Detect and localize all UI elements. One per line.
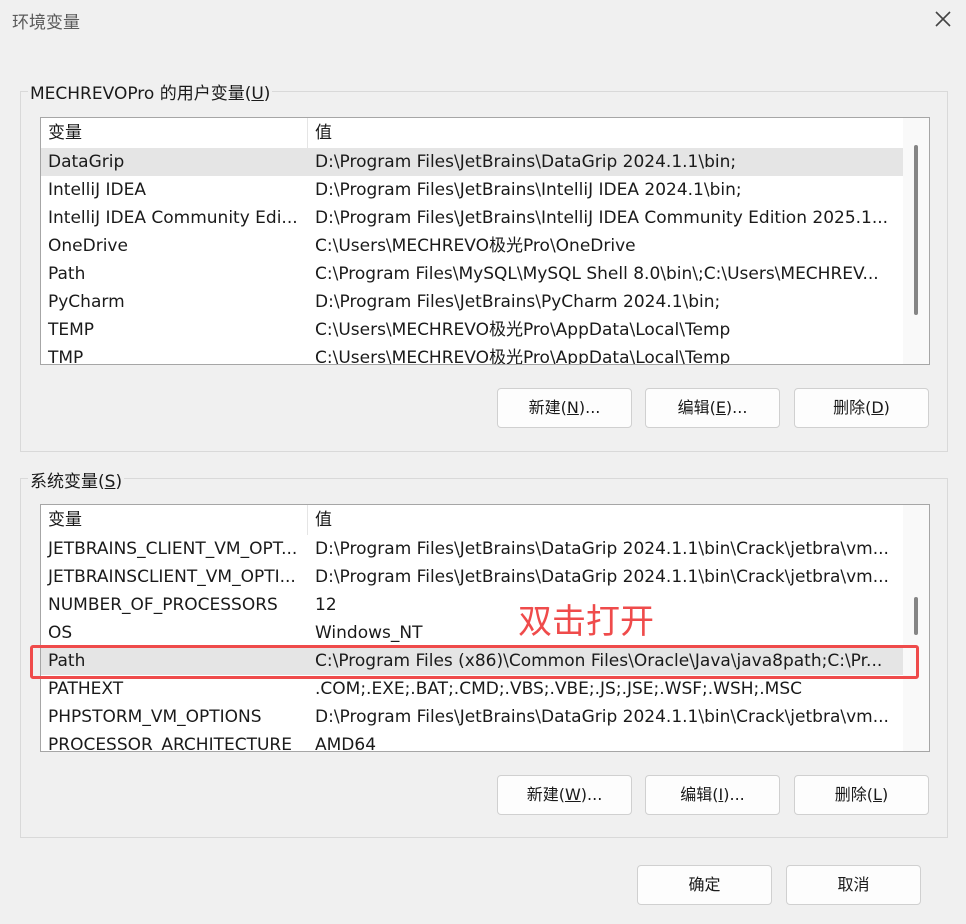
variable-value-cell: D:\Program Files\JetBrains\DataGrip 2024… [315, 567, 889, 587]
variable-value-cell: .COM;.EXE;.BAT;.CMD;.VBS;.VBE;.JS;.JSE;.… [315, 679, 803, 699]
user-variables-list[interactable]: 变量 值 DataGrip D:\Program Files\JetBrains\… [40, 117, 930, 365]
variable-name-cell: PHPSTORM_VM_OPTIONS [48, 707, 262, 727]
user-delete-button[interactable]: 删除(D) [794, 388, 929, 428]
table-row[interactable]: PROCESSOR_ARCHITECTURE AMD64 [41, 731, 903, 752]
scrollbar-thumb[interactable] [914, 145, 918, 315]
user-variables-label: MECHREVOPro 的用户变量(U) [28, 79, 273, 104]
variable-name-cell: DataGrip [48, 152, 125, 172]
table-row[interactable]: PHPSTORM_VM_OPTIONS D:\Program Files\JetB… [41, 703, 903, 731]
variable-name-cell: Path [48, 264, 86, 284]
table-row[interactable]: PyCharm D:\Program Files\JetBrains\PyChar… [41, 288, 903, 316]
user-list-scrollbar[interactable] [903, 118, 929, 364]
table-row[interactable]: TEMP C:\Users\MECHREVO极光Pro\AppData\Local… [41, 316, 903, 344]
table-row[interactable]: TMP C:\Users\MECHREVO极光Pro\AppData\Local\… [41, 344, 903, 365]
variable-name-cell: PyCharm [48, 292, 125, 312]
column-header-value[interactable]: 值 [308, 118, 903, 148]
column-header-variable[interactable]: 变量 [41, 118, 308, 148]
variable-value-cell: D:\Program Files\JetBrains\IntelliJ IDEA… [315, 208, 889, 228]
variable-value-cell: C:\Users\MECHREVO极光Pro\OneDrive [315, 236, 636, 256]
variable-value-cell: D:\Program Files\JetBrains\DataGrip 2024… [315, 539, 889, 559]
user-edit-button[interactable]: 编辑(E)... [645, 388, 780, 428]
table-row[interactable]: OneDrive C:\Users\MECHREVO极光Pro\OneDrive [41, 232, 903, 260]
table-row[interactable]: NUMBER_OF_PROCESSORS 12 [41, 591, 903, 619]
list-header: 变量 值 [41, 118, 903, 148]
variable-name-cell: JETBRAINSCLIENT_VM_OPTI... [48, 567, 296, 587]
table-row[interactable]: IntelliJ IDEA Community Edi... D:\Program… [41, 204, 903, 232]
system-list-scrollbar[interactable] [903, 505, 929, 751]
variable-name-cell: NUMBER_OF_PROCESSORS [48, 595, 278, 615]
variable-name-cell: TEMP [48, 320, 95, 340]
system-variables-label: 系统变量(S) [28, 467, 125, 492]
variable-name-cell: IntelliJ IDEA Community Edi... [48, 208, 298, 228]
annotation-highlight-box [30, 645, 919, 679]
system-edit-button[interactable]: 编辑(I)... [645, 775, 780, 815]
annotation-double-click-text: 双击打开 [518, 602, 654, 642]
user-new-button[interactable]: 新建(N)... [497, 388, 632, 428]
variable-value-cell: D:\Program Files\JetBrains\DataGrip 2024… [315, 707, 889, 727]
variable-name-cell: OS [48, 623, 73, 643]
table-row[interactable]: DataGrip D:\Program Files\JetBrains\DataG… [41, 148, 903, 176]
variable-value-cell: C:\Program Files\MySQL\MySQL Shell 8.0\b… [315, 264, 879, 284]
window-title: 环境变量 [12, 13, 80, 33]
variable-name-cell: IntelliJ IDEA [48, 180, 146, 200]
system-variables-list[interactable]: 变量 值 JETBRAINS_CLIENT_VM_OPT... D:\Progra… [40, 504, 930, 752]
variable-name-cell: TMP [48, 348, 84, 365]
cancel-button[interactable]: 取消 [786, 865, 921, 905]
column-header-value[interactable]: 值 [308, 505, 903, 535]
table-row[interactable]: Path C:\Program Files\MySQL\MySQL Shell 8… [41, 260, 903, 288]
variable-value-cell: C:\Users\MECHREVO极光Pro\AppData\Local\Tem… [315, 320, 731, 340]
variable-name-cell: PATHEXT [48, 679, 124, 699]
column-header-variable[interactable]: 变量 [41, 505, 308, 535]
scrollbar-thumb[interactable] [914, 597, 918, 635]
ok-button[interactable]: 确定 [637, 865, 772, 905]
close-icon[interactable] [932, 8, 954, 30]
table-row[interactable]: PATHEXT .COM;.EXE;.BAT;.CMD;.VBS;.VBE;.JS… [41, 675, 903, 703]
user-variables-rows: DataGrip D:\Program Files\JetBrains\DataG… [41, 148, 903, 365]
variable-name-cell: JETBRAINS_CLIENT_VM_OPT... [48, 539, 298, 559]
table-row[interactable]: OS Windows_NT [41, 619, 903, 647]
variable-value-cell: D:\Program Files\JetBrains\DataGrip 2024… [315, 152, 737, 172]
variable-name-cell: PROCESSOR_ARCHITECTURE [48, 735, 292, 752]
table-row[interactable]: IntelliJ IDEA D:\Program Files\JetBrains\… [41, 176, 903, 204]
variable-value-cell: D:\Program Files\JetBrains\IntelliJ IDEA… [315, 180, 742, 200]
system-new-button[interactable]: 新建(W)... [497, 775, 632, 815]
list-header: 变量 值 [41, 505, 903, 535]
variable-value-cell: D:\Program Files\JetBrains\PyCharm 2024.… [315, 292, 721, 312]
variable-value-cell: C:\Users\MECHREVO极光Pro\AppData\Local\Tem… [315, 348, 731, 365]
variable-value-cell: AMD64 [315, 735, 377, 752]
table-row[interactable]: JETBRAINS_CLIENT_VM_OPT... D:\Program Fil… [41, 535, 903, 563]
system-delete-button[interactable]: 删除(L) [794, 775, 929, 815]
variable-name-cell: OneDrive [48, 236, 128, 256]
table-row[interactable]: JETBRAINSCLIENT_VM_OPTI... D:\Program Fil… [41, 563, 903, 591]
system-variables-rows: JETBRAINS_CLIENT_VM_OPT... D:\Program Fil… [41, 535, 903, 752]
